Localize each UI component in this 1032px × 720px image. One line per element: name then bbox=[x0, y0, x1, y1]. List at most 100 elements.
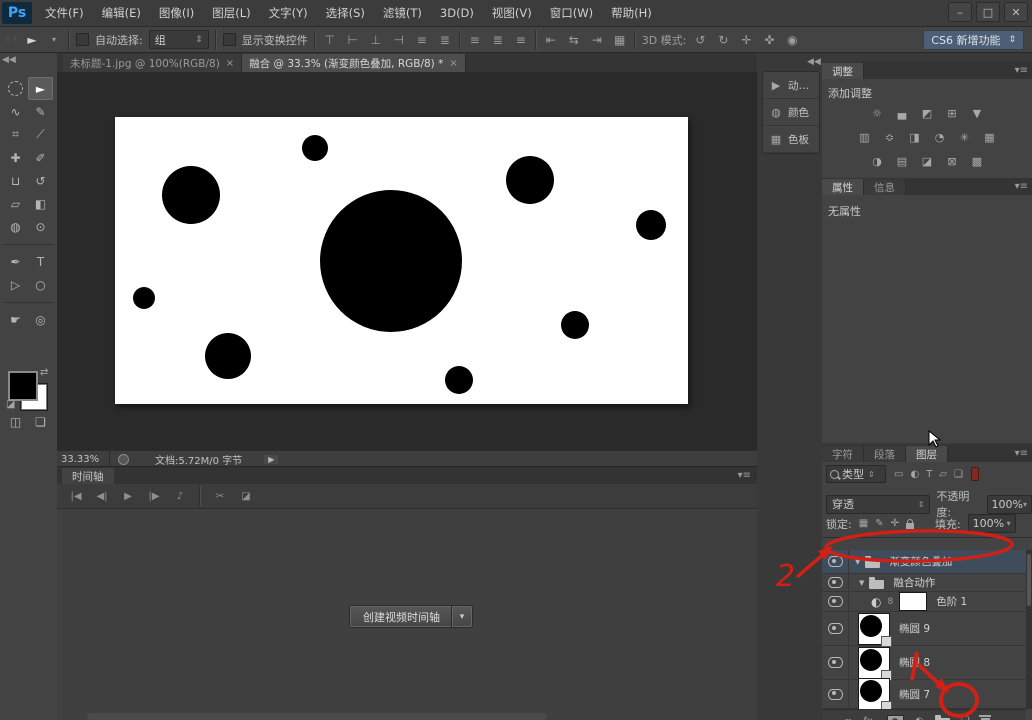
layer-style-icon[interactable]: fx. bbox=[863, 716, 876, 720]
selective-color-icon[interactable]: ⊠ bbox=[944, 154, 960, 168]
panel-menu-icon[interactable]: ▾≡ bbox=[738, 470, 751, 481]
auto-select-checkbox[interactable] bbox=[76, 33, 89, 46]
filter-pixel-layers-icon[interactable]: ▭ bbox=[894, 469, 903, 480]
layer-thumbnail[interactable] bbox=[858, 647, 890, 679]
link-layers-icon[interactable]: ∞ bbox=[844, 716, 852, 720]
expand-triangle-icon[interactable]: ▼ bbox=[855, 558, 860, 566]
first-frame-button[interactable]: |◀ bbox=[69, 491, 83, 502]
blur-tool[interactable]: ◍ bbox=[3, 215, 28, 238]
visibility-toggle[interactable] bbox=[822, 680, 849, 708]
mute-button[interactable]: ♪ bbox=[173, 491, 187, 502]
document-tab-2[interactable]: 融合 @ 33.3% (渐变颜色叠加, RGB/8) *× bbox=[242, 54, 466, 72]
layer-thumbnail[interactable] bbox=[858, 678, 890, 710]
play-button[interactable]: ▶ bbox=[121, 491, 135, 502]
create-video-timeline-button[interactable]: 创建视频时间轴 bbox=[350, 606, 452, 627]
zoom-level-field[interactable]: 33.33% bbox=[57, 454, 109, 465]
actions-panel-button[interactable]: ▶动… bbox=[763, 72, 819, 99]
tab-段落[interactable]: 段落 bbox=[864, 446, 906, 462]
eraser-tool[interactable]: ▱ bbox=[3, 192, 28, 215]
new-adjustment-icon[interactable]: ◐ bbox=[915, 716, 924, 720]
clone-stamp-tool[interactable]: ⊔ bbox=[3, 169, 28, 192]
foreground-color-swatch[interactable] bbox=[8, 371, 38, 401]
menu-item[interactable]: 图像(I) bbox=[150, 0, 203, 26]
dodge-tool[interactable]: ⊙ bbox=[28, 215, 53, 238]
threshold-icon[interactable]: ◪ bbox=[919, 154, 935, 168]
quick-mask-button[interactable]: ◫ bbox=[3, 410, 28, 433]
invert-icon[interactable]: ◑ bbox=[869, 154, 885, 168]
move-tool[interactable]: ► bbox=[28, 77, 53, 100]
gradient-tool[interactable]: ◧ bbox=[28, 192, 53, 215]
3d-slide-icon[interactable]: ✜ bbox=[761, 33, 777, 47]
menu-item[interactable]: 帮助(H) bbox=[602, 0, 661, 26]
curves-icon[interactable]: ◩ bbox=[919, 106, 935, 120]
fill-field[interactable]: 100%▾ bbox=[968, 514, 1016, 533]
document-tab-1[interactable]: 未标题-1.jpg @ 100%(RGB/8)× bbox=[63, 54, 242, 72]
next-frame-button[interactable]: |▶ bbox=[147, 491, 161, 502]
layer-thumbnail[interactable] bbox=[858, 613, 890, 645]
visibility-toggle[interactable] bbox=[822, 646, 849, 679]
new-layer-icon[interactable]: ❏ bbox=[961, 716, 970, 720]
lock-pixels-icon[interactable]: ✎ bbox=[875, 518, 883, 529]
zoom-tool[interactable]: ◎ bbox=[28, 308, 53, 331]
tab-信息[interactable]: 信息 bbox=[864, 179, 906, 195]
maximize-button[interactable]: □ bbox=[976, 2, 1000, 22]
panel-menu-icon[interactable]: ▾≡ bbox=[1015, 181, 1028, 192]
panel-menu-icon[interactable]: ▾≡ bbox=[1015, 448, 1028, 459]
visibility-toggle[interactable] bbox=[822, 612, 849, 645]
filter-type-layers-icon[interactable]: T bbox=[926, 469, 932, 480]
hand-tool[interactable]: ☛ bbox=[3, 308, 28, 331]
visibility-toggle[interactable] bbox=[822, 550, 849, 573]
layer-row[interactable]: ▼融合动作 bbox=[822, 574, 1026, 592]
collapse-toolbar-button[interactable]: ◀◀ bbox=[2, 55, 16, 65]
3d-drag-icon[interactable]: ✛ bbox=[738, 33, 754, 47]
status-menu-arrow-icon[interactable]: ▶ bbox=[264, 455, 278, 464]
align-vertical-centers-icon[interactable]: ⊢ bbox=[345, 33, 361, 47]
filter-toggle-switch[interactable] bbox=[971, 467, 979, 481]
align-right-edges-icon[interactable]: ≣ bbox=[437, 33, 453, 47]
auto-select-combo[interactable]: 组⇕ bbox=[149, 30, 209, 49]
channel-mixer-icon[interactable]: ✳ bbox=[957, 130, 973, 144]
lock-transparency-icon[interactable]: ▦ bbox=[859, 518, 868, 529]
menu-item[interactable]: 窗口(W) bbox=[541, 0, 602, 26]
menu-item[interactable]: 滤镜(T) bbox=[374, 0, 431, 26]
swatches-panel-button[interactable]: ▦色板 bbox=[763, 126, 819, 153]
layer-mask-thumbnail[interactable] bbox=[899, 592, 927, 611]
add-mask-icon[interactable] bbox=[887, 715, 904, 720]
minimize-button[interactable]: – bbox=[948, 2, 972, 22]
timeline-scrollbar[interactable] bbox=[87, 713, 547, 720]
path-selection-tool[interactable]: ▷ bbox=[3, 273, 28, 296]
align-top-edges-icon[interactable]: ⊤ bbox=[322, 33, 338, 47]
healing-brush-tool[interactable]: ✚ bbox=[3, 146, 28, 169]
panel-menu-icon[interactable]: ▾≡ bbox=[1015, 65, 1028, 76]
distribute-top-icon[interactable]: ≡ bbox=[467, 33, 483, 47]
visibility-toggle[interactable] bbox=[822, 592, 849, 611]
screen-mode-button[interactable]: ❏ bbox=[28, 410, 53, 433]
lasso-tool[interactable]: ∿ bbox=[3, 100, 28, 123]
crop-tool[interactable]: ⌗ bbox=[3, 123, 28, 146]
color-panel-button[interactable]: ◍颜色 bbox=[763, 99, 819, 126]
distribute-vcenter-icon[interactable]: ≣ bbox=[490, 33, 506, 47]
tab-图层[interactable]: 图层 bbox=[906, 446, 948, 462]
menu-item[interactable]: 文字(Y) bbox=[260, 0, 317, 26]
vibrance-icon[interactable]: ▼ bbox=[969, 106, 985, 120]
default-colors-icon[interactable]: ◪ bbox=[6, 399, 15, 410]
filter-smart-objects-icon[interactable]: ❏ bbox=[954, 469, 963, 480]
type-tool[interactable]: T bbox=[28, 250, 53, 273]
menu-item[interactable]: 图层(L) bbox=[203, 0, 259, 26]
posterize-icon[interactable]: ▤ bbox=[894, 154, 910, 168]
blend-mode-combo[interactable]: 穿透⇕ bbox=[826, 495, 930, 514]
align-horizontal-centers-icon[interactable]: ≡ bbox=[414, 33, 430, 47]
gradient-map-icon[interactable]: ▩ bbox=[969, 154, 985, 168]
layer-row[interactable]: ▼渐变颜色叠加 bbox=[822, 550, 1026, 574]
transition-button[interactable]: ◪ bbox=[239, 491, 253, 502]
menu-item[interactable]: 3D(D) bbox=[431, 0, 483, 26]
align-left-edges-icon[interactable]: ⊣ bbox=[391, 33, 407, 47]
opacity-field[interactable]: 100%▾ bbox=[987, 495, 1032, 514]
timeline-type-caret-icon[interactable]: ▾ bbox=[452, 606, 472, 627]
3d-roll-icon[interactable]: ↻ bbox=[715, 33, 731, 47]
lock-all-icon[interactable] bbox=[906, 523, 914, 529]
swap-colors-icon[interactable]: ⇄ bbox=[40, 367, 48, 378]
auto-align-icon[interactable]: ▦ bbox=[612, 33, 628, 47]
menu-item[interactable]: 视图(V) bbox=[483, 0, 541, 26]
tab-timeline[interactable]: 时间轴 bbox=[62, 468, 114, 484]
